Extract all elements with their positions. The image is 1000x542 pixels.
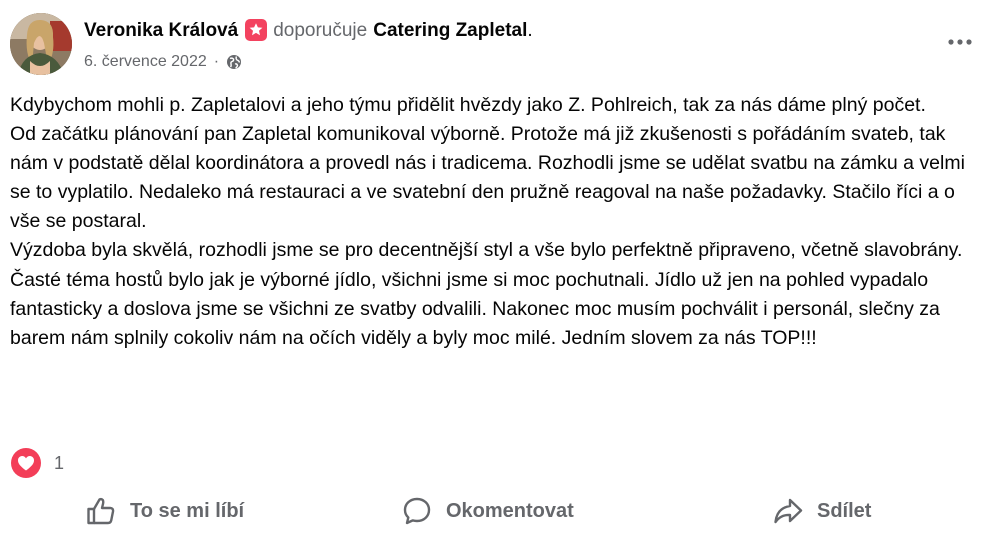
- comment-bubble-icon: [400, 494, 434, 528]
- recommend-star-icon: [245, 19, 268, 41]
- globe-icon[interactable]: [226, 54, 242, 70]
- share-button-label: Sdílet: [817, 499, 872, 522]
- more-dots-icon: [948, 39, 972, 45]
- like-button[interactable]: To se mi líbí: [84, 487, 244, 535]
- reaction-count: 1: [54, 452, 65, 473]
- page-name-link[interactable]: Catering Zapletal: [373, 20, 527, 42]
- share-arrow-icon: [771, 494, 805, 528]
- post-meta: 6. července 2022 ·: [84, 50, 242, 74]
- recommends-text: doporučuje: [273, 20, 368, 41]
- post-paragraph: Od začátku plánování pan Zapletal komuni…: [10, 123, 965, 233]
- comment-button[interactable]: Okomentovat: [400, 487, 574, 535]
- comment-button-label: Okomentovat: [446, 499, 574, 522]
- post-paragraph: Výzdoba byla skvělá, rozhodli jsme se pr…: [10, 239, 963, 349]
- meta-separator: ·: [213, 53, 220, 70]
- post-header-line: Veronika Králová doporučuje Catering Zap…: [84, 14, 533, 48]
- love-reaction-icon: [11, 448, 41, 478]
- more-options-button[interactable]: [942, 28, 978, 56]
- post-date[interactable]: 6. července 2022: [84, 53, 207, 71]
- header-period: .: [527, 20, 533, 41]
- post-body: Kdybychom mohli p. Zapletalovi a jeho tý…: [10, 91, 985, 353]
- reaction-summary[interactable]: 1: [11, 448, 64, 478]
- like-button-label: To se mi líbí: [130, 499, 245, 522]
- review-post: Veronika Králová doporučuje Catering Zap…: [0, 0, 1000, 542]
- author-avatar[interactable]: [10, 13, 72, 75]
- thumbs-up-icon: [84, 494, 118, 528]
- post-paragraph: Kdybychom mohli p. Zapletalovi a jeho tý…: [10, 94, 926, 116]
- share-button[interactable]: Sdílet: [771, 487, 871, 535]
- action-bar: To se mi líbí Okomentovat Sdílet: [0, 487, 1000, 535]
- author-name[interactable]: Veronika Králová: [84, 20, 238, 42]
